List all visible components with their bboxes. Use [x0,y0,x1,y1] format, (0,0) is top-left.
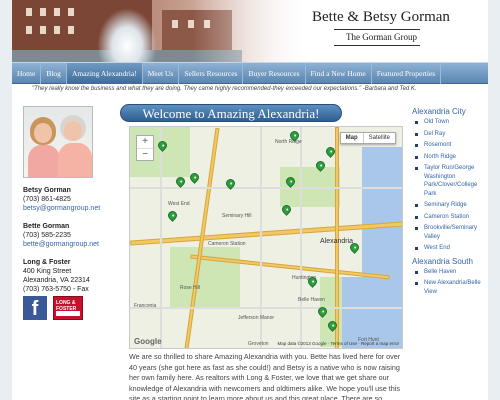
contact-email[interactable]: bette@gormangroup.net [23,240,99,249]
neighborhood-link[interactable]: Cameron Station [412,213,488,222]
neighborhood-link[interactable]: Belle Haven [412,268,488,277]
map-label-seminary-hill: Seminary Hill [222,213,252,219]
nav-item-home[interactable]: Home [12,63,42,84]
agents-photo [23,106,93,178]
office-name: Long & Foster [23,259,71,266]
neighborhood-list: Alexandria City Old Town Del Ray Rosemont N… [412,107,488,299]
contact-email[interactable]: betsy@gormangroup.net [23,204,100,213]
map-type-satellite-button[interactable]: Satellite [364,133,395,143]
neighborhood-link[interactable]: Rosemont [412,141,488,150]
site-header: Bette & Betsy Gorman The Gorman Group [12,0,488,62]
contact-name: Bette Gorman [23,223,70,230]
long-and-foster-logo[interactable]: LONG & FOSTER [53,296,83,320]
zoom-out-button[interactable]: − [137,148,153,160]
contact-phone: (703) 585-2235 [23,232,71,239]
office-city: Alexandria, VA 22314 [23,277,90,284]
nav-item-featured-properties[interactable]: Featured Properties [372,63,442,84]
zoom-in-button[interactable]: + [137,136,153,148]
facebook-icon[interactable]: f [23,296,47,320]
neighborhood-link[interactable]: Old Town [412,118,488,127]
map-label-groveton: Groveton [248,341,269,347]
map-pin[interactable] [174,175,187,188]
page: Bette & Betsy Gorman The Gorman Group Ho… [0,0,500,400]
title-rule [334,29,420,30]
google-logo: Google [134,337,162,346]
neighborhood-map[interactable]: North Ridge Seminary Hill Alexandria Hun… [129,126,403,349]
page-title: Welcome to Amazing Alexandria! [142,106,320,121]
map-label-franconia: Franconia [134,303,157,309]
map-label-cameron-station: Cameron Station [208,241,246,247]
city-neighborhoods: Old Town Del Ray Rosemont North Ridge Taylor… [412,118,488,253]
neighborhood-link[interactable]: Taylor Run/George Washington Park/Clover… [412,164,488,198]
nav-item-find-a-new-home[interactable]: Find a New Home [306,63,372,84]
page-title-bar: Welcome to Amazing Alexandria! [120,104,342,122]
map-label-alexandria: Alexandria [320,238,354,245]
site-title: Bette & Betsy Gorman [312,9,450,25]
map-type-control: Map Satellite [339,132,396,144]
neighborhood-link[interactable]: Brookville/Seminary Valley [412,224,488,241]
site-subtitle: The Gorman Group [346,32,417,42]
nav-item-meet-us[interactable]: Meet Us [143,63,180,84]
neighborhood-link[interactable]: West End [412,244,488,253]
testimonial: "They really know the business and what … [32,86,417,92]
page-wrapper: Bette & Betsy Gorman The Gorman Group Ho… [12,0,488,400]
neighborhood-link[interactable]: New Alexandria/Belle View [412,279,488,296]
nav-item-amazing-alexandria[interactable]: Amazing Alexandria! [66,63,143,84]
nav-item-blog[interactable]: Blog [41,63,67,84]
map-pin[interactable] [188,171,201,184]
neighborhood-link[interactable]: North Ridge [412,153,488,162]
main-nav: Home Blog Amazing Alexandria! Meet Us Se… [12,62,488,84]
map-attribution[interactable]: Map data ©2013 Google · Terms of Use · R… [277,341,399,346]
contact-name: Betsy Gorman [23,187,71,194]
contact-betsy: Betsy Gorman (703) 861-4825 betsy@gorman… [23,186,100,213]
office-address: Long & Foster 400 King Street Alexandria… [23,258,90,294]
map-zoom-control: + − [136,135,154,161]
fountain [97,8,157,62]
title-rule [334,45,420,46]
map-label-west-end: West End [168,201,190,207]
social-links: f LONG & FOSTER [23,296,83,320]
contact-bette: Bette Gorman (703) 585-2235 bette@gorman… [23,222,99,249]
office-street: 400 King Street [23,268,72,275]
neighborhood-link[interactable]: Seminary Ridge [412,201,488,210]
neighborhood-link[interactable]: Del Ray [412,130,488,139]
map-pin[interactable] [166,209,179,222]
map-label-belle-haven: Belle Haven [298,297,325,303]
office-fax: (703) 763-5750 - Fax [23,286,89,293]
nav-item-buyer-resources[interactable]: Buyer Resources [243,63,306,84]
map-label-north-ridge: North Ridge [275,139,302,145]
south-heading[interactable]: Alexandria South [412,257,488,266]
nav-item-sellers-resources[interactable]: Sellers Resources [179,63,244,84]
south-neighborhoods: Belle Haven New Alexandria/Belle View [412,268,488,297]
intro-paragraph: We are so thrilled to share Amazing Alex… [129,352,401,400]
map-label-jefferson-manor: Jefferson Manor [238,315,275,321]
contact-phone: (703) 861-4825 [23,196,71,203]
city-heading[interactable]: Alexandria City [412,107,488,116]
map-label-rose-hill: Rose Hill [180,285,201,291]
map-type-map-button[interactable]: Map [341,133,364,143]
